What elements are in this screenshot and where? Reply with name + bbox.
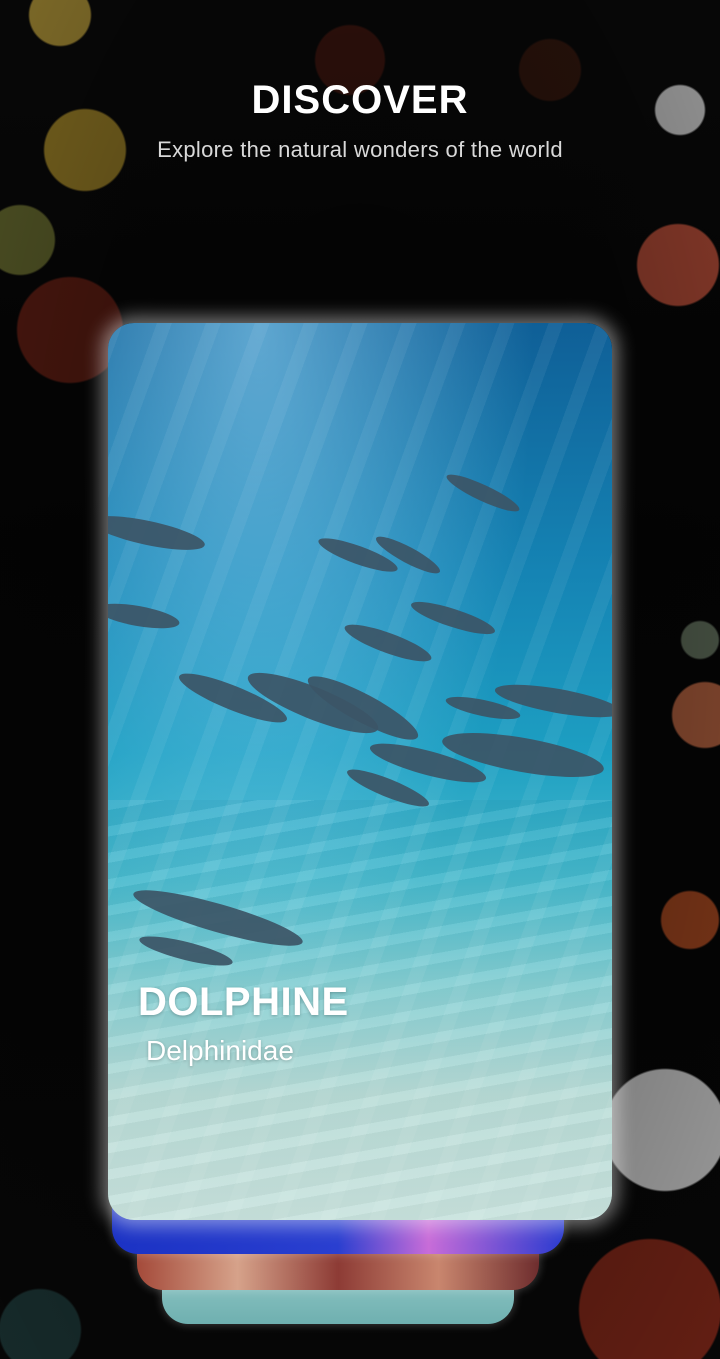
dolphins-image xyxy=(108,474,612,966)
active-card[interactable]: DOLPHINE Delphinidae xyxy=(108,323,612,1220)
dolphin-pod xyxy=(108,474,612,966)
page-title: DISCOVER xyxy=(251,78,469,122)
page-header: DISCOVER Explore the natural wonders of … xyxy=(0,76,720,164)
page-subtitle: Explore the natural wonders of the world xyxy=(157,137,563,162)
card-caption: DOLPHINE Delphinidae xyxy=(138,978,349,1068)
card-title: DOLPHINE xyxy=(138,980,349,1024)
card-subtitle: Delphinidae xyxy=(146,1035,294,1066)
